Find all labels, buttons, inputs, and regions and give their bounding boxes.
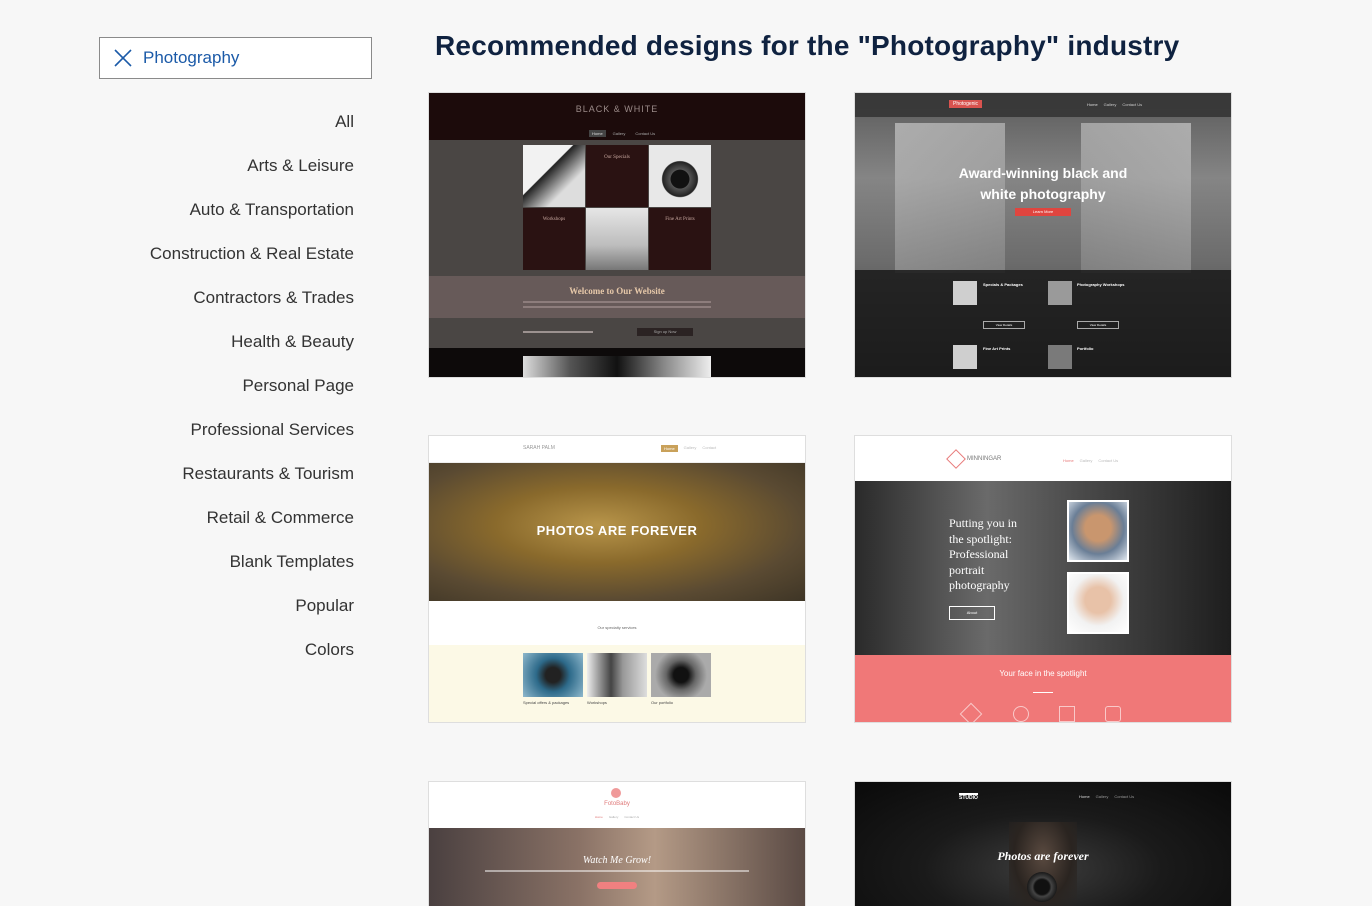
camera-icon: [1027, 872, 1057, 902]
template-logo: MINNINGAR: [967, 456, 1002, 462]
page-title: Recommended designs for the "Photography…: [435, 30, 1180, 61]
template-logo: FotoBaby: [604, 801, 630, 807]
category-health-beauty[interactable]: Health & Beauty: [100, 320, 354, 364]
portrait-photo: [1067, 500, 1129, 562]
category-construction-real-estate[interactable]: Construction & Real Estate: [100, 232, 354, 276]
category-auto-transportation[interactable]: Auto & Transportation: [100, 188, 354, 232]
logo-icon: [611, 788, 621, 798]
template-card-black-white[interactable]: BLACK & WHITE Home Gallery Contact Us Ou…: [429, 93, 805, 377]
template-nav: Home Gallery Contact Us: [1087, 102, 1143, 107]
template-card-fotobaby[interactable]: FotoBaby Home Gallery Contact Us Watch M…: [429, 782, 805, 906]
template-nav: Home Gallery Contact Us: [589, 130, 658, 137]
category-professional-services[interactable]: Professional Services: [100, 408, 354, 452]
template-hero: [855, 481, 1231, 655]
template-nav: Home Gallery Contact Us: [1063, 458, 1119, 463]
gallery-photo-tile: [586, 208, 648, 270]
template-nav: Home Gallery Contact: [661, 445, 716, 452]
category-list: All Arts & Leisure Auto & Transportation…: [100, 100, 354, 672]
filter-chip-label: Photography: [143, 48, 240, 67]
template-nav: Home Gallery Contact Us: [594, 815, 640, 819]
template-nav: Home Gallery Contact Us: [1079, 794, 1135, 799]
photo-tile: [523, 145, 585, 207]
template-card-photos-forever[interactable]: SARAH PALM Home Gallery Contact PHOTOS A…: [429, 436, 805, 722]
camera-photo-tile: [649, 145, 711, 207]
template-card-photogenic[interactable]: Photogenic Home Gallery Contact Us Award…: [855, 93, 1231, 377]
category-colors[interactable]: Colors: [100, 628, 354, 672]
template-logo: Photogenic: [949, 100, 983, 108]
template-logo: STUDIO: [959, 793, 978, 801]
template-hero: [429, 828, 805, 906]
category-restaurants-tourism[interactable]: Restaurants & Tourism: [100, 452, 354, 496]
template-banner: [429, 276, 805, 318]
category-arts-leisure[interactable]: Arts & Leisure: [100, 144, 354, 188]
template-card-studio[interactable]: STUDIO Home Gallery Contact Us Photos ar…: [855, 782, 1231, 906]
template-logo: SARAH PALM: [523, 445, 555, 451]
hero-text: Putting you in the spotlight: Profession…: [949, 516, 1018, 592]
category-popular[interactable]: Popular: [100, 584, 354, 628]
template-card-minningar[interactable]: MINNINGAR Home Gallery Contact Us Puttin…: [855, 436, 1231, 722]
portrait-photo: [1067, 572, 1129, 634]
category-all[interactable]: All: [100, 100, 354, 144]
close-icon[interactable]: [113, 48, 133, 68]
industry-filter-chip[interactable]: Photography: [99, 37, 372, 79]
category-contractors-trades[interactable]: Contractors & Trades: [100, 276, 354, 320]
category-blank-templates[interactable]: Blank Templates: [100, 540, 354, 584]
category-personal-page[interactable]: Personal Page: [100, 364, 354, 408]
category-retail-commerce[interactable]: Retail & Commerce: [100, 496, 354, 540]
template-logo: BLACK & WHITE: [575, 104, 659, 114]
